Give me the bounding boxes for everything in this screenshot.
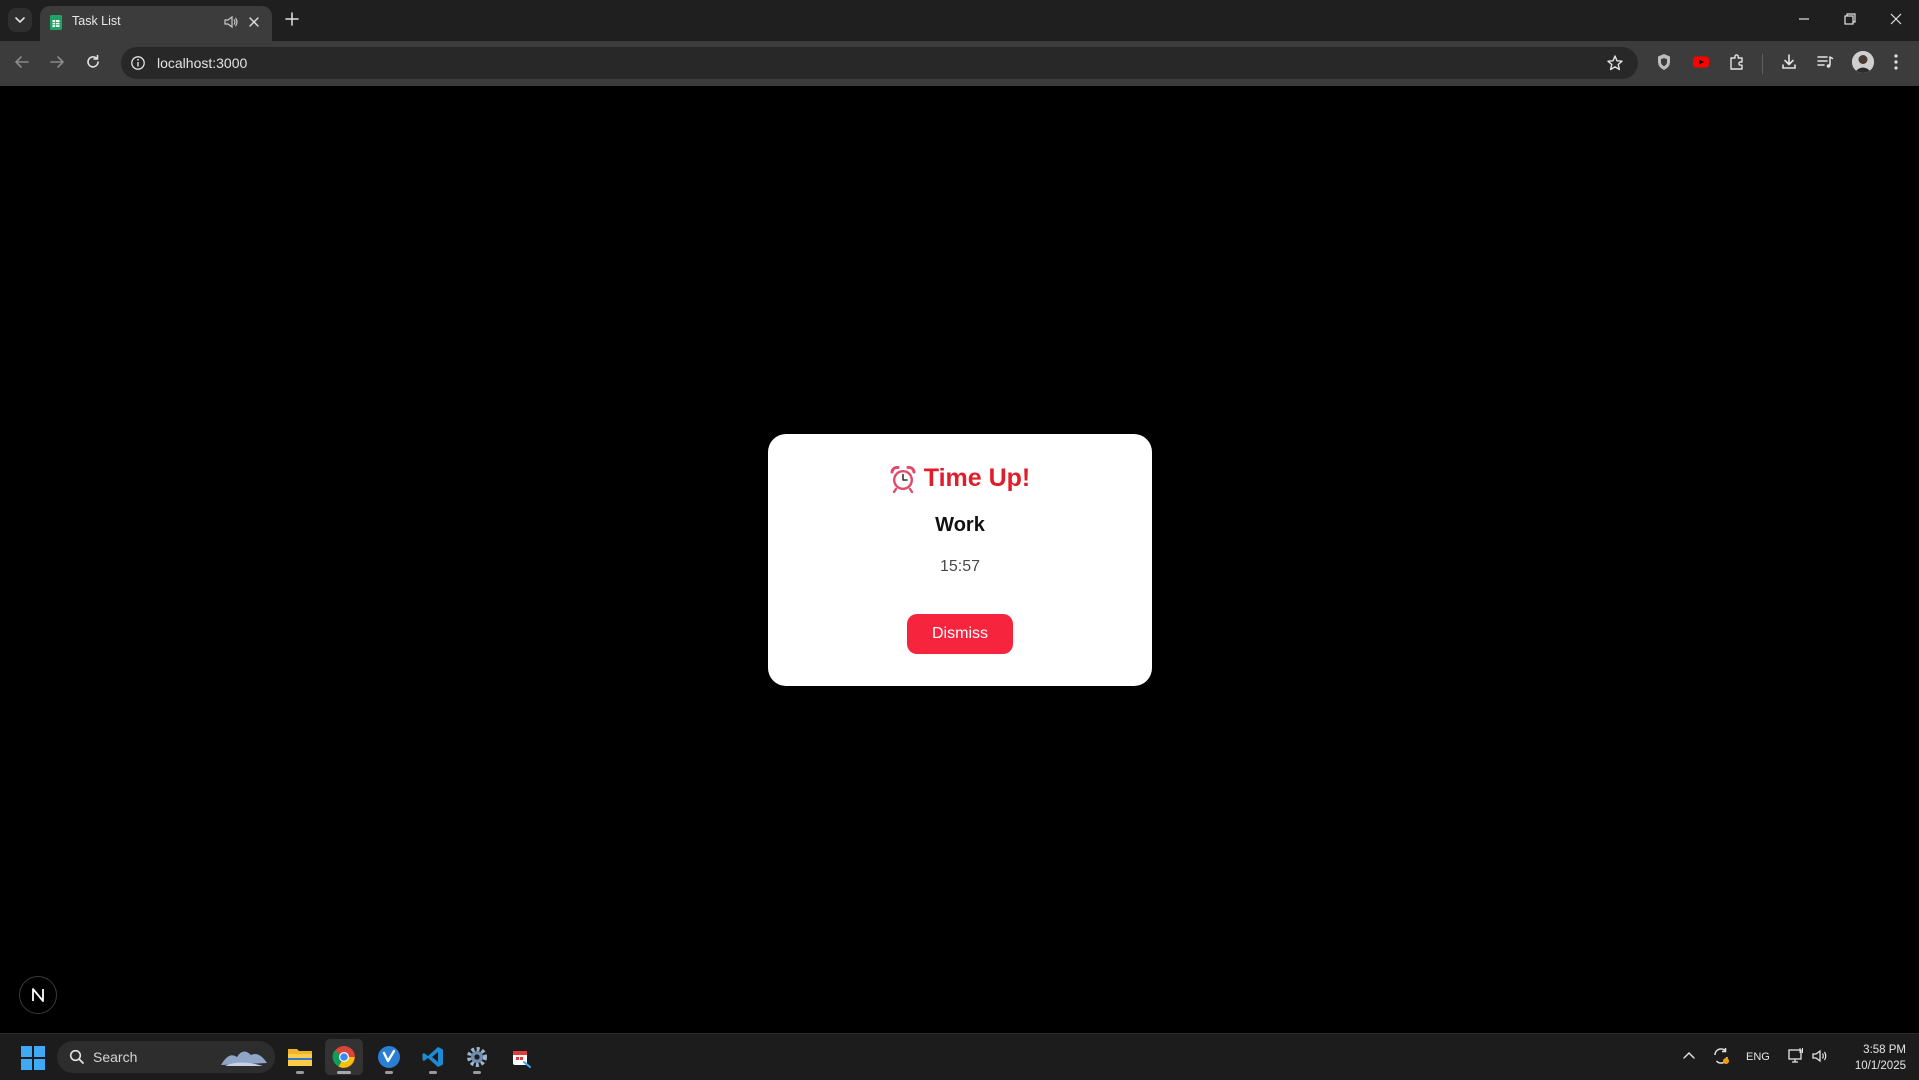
sheets-favicon-icon xyxy=(50,15,62,30)
page-viewport: Time Up! Work 15:57 Dismiss xyxy=(0,86,1919,1033)
running-indicator xyxy=(429,1071,437,1074)
task-time: 15:57 xyxy=(939,558,981,575)
tray-overflow-chevron-icon[interactable] xyxy=(1682,1049,1696,1063)
taskbar-snipping-tool[interactable] xyxy=(502,1039,540,1075)
task-name: Work xyxy=(935,514,985,536)
tab-title: Task List xyxy=(72,14,121,28)
folder-icon xyxy=(287,1046,313,1068)
new-tab-plus-icon[interactable] xyxy=(283,10,301,28)
sync-update-icon[interactable] xyxy=(1711,1046,1731,1066)
window-close-icon[interactable] xyxy=(1889,12,1903,26)
windows-taskbar: Search ENG 3:58 PM 10/1/2025 xyxy=(0,1033,1919,1080)
search-highlight-art-icon xyxy=(219,1045,269,1069)
nextjs-logo-icon xyxy=(29,986,47,1004)
youtube-extension-icon[interactable] xyxy=(1691,52,1711,72)
bookmark-star-icon[interactable] xyxy=(1606,54,1624,72)
download-icon[interactable] xyxy=(1779,52,1799,72)
nextjs-dev-indicator[interactable] xyxy=(19,976,57,1014)
address-bar[interactable]: localhost:3000 xyxy=(121,47,1638,79)
chrome-icon xyxy=(332,1045,356,1069)
browser-tab[interactable]: Task List xyxy=(40,6,272,41)
alarm-clock-icon xyxy=(890,465,916,493)
url-text: localhost:3000 xyxy=(157,55,248,71)
chevron-down-icon xyxy=(15,17,25,24)
modal-title: Time Up! xyxy=(768,464,1152,493)
clock-time: 3:58 PM xyxy=(1863,1044,1906,1056)
browser-tab-strip: Task List xyxy=(0,0,1919,41)
clock-date: 10/1/2025 xyxy=(1854,1060,1906,1072)
time-up-modal: Time Up! Work 15:57 Dismiss xyxy=(768,434,1152,686)
taskbar-vscode[interactable] xyxy=(414,1039,452,1075)
language-indicator[interactable]: ENG xyxy=(1746,1051,1770,1063)
settings-gear-icon xyxy=(465,1045,489,1069)
browser-toolbar: localhost:3000 xyxy=(0,41,1919,86)
running-indicator xyxy=(296,1071,304,1074)
v-app-icon xyxy=(377,1045,401,1069)
browser-menu-icon[interactable] xyxy=(1889,52,1903,72)
media-control-icon[interactable] xyxy=(1815,52,1835,72)
taskbar-file-explorer[interactable] xyxy=(281,1039,319,1075)
toolbar-separator xyxy=(1762,54,1763,74)
snipping-tool-icon xyxy=(510,1046,532,1068)
taskbar-search-box[interactable]: Search xyxy=(57,1041,275,1073)
vscode-icon xyxy=(421,1045,445,1069)
tab-close-icon[interactable] xyxy=(247,15,261,29)
extensions-puzzle-icon[interactable] xyxy=(1727,52,1747,72)
modal-title-text: Time Up! xyxy=(923,464,1031,492)
back-arrow-icon[interactable] xyxy=(13,53,31,71)
restore-icon[interactable] xyxy=(1843,12,1857,26)
volume-icon[interactable] xyxy=(1811,1047,1829,1065)
site-info-icon[interactable] xyxy=(130,55,146,71)
forward-arrow-icon[interactable] xyxy=(48,53,66,71)
dismiss-button[interactable]: Dismiss xyxy=(907,614,1013,654)
system-clock[interactable]: 3:58 PM 10/1/2025 xyxy=(1836,1042,1906,1074)
network-icon[interactable] xyxy=(1787,1047,1805,1065)
minimize-icon[interactable] xyxy=(1797,12,1811,26)
running-indicator xyxy=(385,1071,393,1074)
running-indicator xyxy=(473,1071,481,1074)
tab-search-button[interactable] xyxy=(8,8,32,32)
taskbar-settings[interactable] xyxy=(458,1039,496,1075)
speaker-icon[interactable] xyxy=(224,15,238,29)
search-label: Search xyxy=(93,1049,138,1065)
taskbar-chrome[interactable] xyxy=(325,1039,363,1075)
shield-extension-icon[interactable] xyxy=(1655,52,1673,72)
windows-start-icon[interactable] xyxy=(21,1046,45,1070)
search-icon xyxy=(69,1049,85,1065)
profile-avatar[interactable] xyxy=(1852,51,1874,73)
reload-icon[interactable] xyxy=(84,53,102,71)
taskbar-vivaldi[interactable] xyxy=(370,1039,408,1075)
running-indicator xyxy=(337,1071,351,1074)
